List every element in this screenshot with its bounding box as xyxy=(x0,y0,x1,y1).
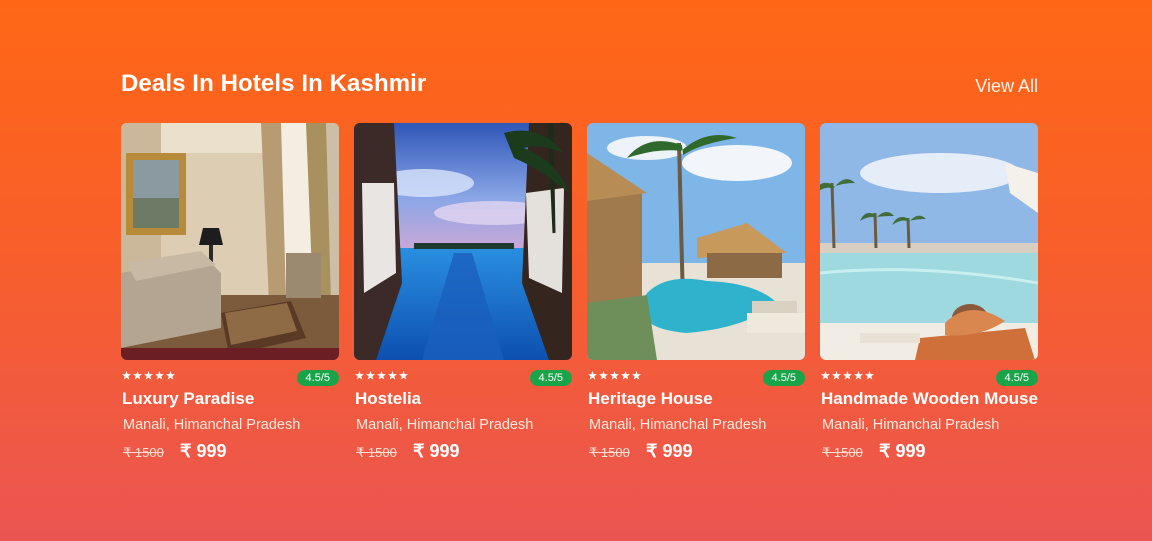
luxury-living-room-photo xyxy=(121,123,339,360)
star-icon xyxy=(388,371,397,380)
hotel-name[interactable]: Heritage House xyxy=(588,389,713,409)
deal-price: ₹ 999 xyxy=(879,441,926,461)
star-rating xyxy=(122,371,175,383)
star-icon xyxy=(166,371,175,380)
view-all-link[interactable]: View All xyxy=(975,76,1038,97)
deal-price: ₹ 999 xyxy=(646,441,693,461)
rating-badge: 4.5/5 xyxy=(762,370,805,386)
hotel-photo[interactable] xyxy=(820,123,1038,360)
hotel-deals-section: Deals In Hotels In Kashmir View All 4.5/… xyxy=(0,0,1152,541)
original-price: ₹ 1500 xyxy=(822,445,863,460)
hotel-location: Manali, Himanchal Pradesh xyxy=(356,417,534,433)
hotel-card-heritage-house[interactable]: 4.5/5 Heritage House Manali, Himanchal P… xyxy=(587,123,805,473)
rating-badge: 4.5/5 xyxy=(529,370,572,386)
rating-badge: 4.5/5 xyxy=(296,370,339,386)
star-icon xyxy=(399,371,408,380)
star-icon xyxy=(865,371,874,380)
star-icon xyxy=(821,371,830,380)
star-rating xyxy=(588,371,641,383)
star-icon xyxy=(854,371,863,380)
section-title: Deals In Hotels In Kashmir xyxy=(121,70,427,97)
star-icon xyxy=(832,371,841,380)
star-rating xyxy=(821,371,874,383)
star-icon xyxy=(588,371,597,380)
hotel-card-handmade-wooden-mouse[interactable]: 4.5/5 Handmade Wooden Mouse Manali, Hima… xyxy=(820,123,1038,473)
hotel-location: Manali, Himanchal Pradesh xyxy=(589,417,767,433)
star-icon xyxy=(144,371,153,380)
star-icon xyxy=(155,371,164,380)
hotel-location: Manali, Himanchal Pradesh xyxy=(822,417,1000,433)
hotel-name[interactable]: Luxury Paradise xyxy=(122,389,254,409)
hotel-name[interactable]: Handmade Wooden Mouse xyxy=(821,389,1038,409)
star-icon xyxy=(621,371,630,380)
star-icon xyxy=(377,371,386,380)
star-icon xyxy=(599,371,608,380)
original-price: ₹ 1500 xyxy=(589,445,630,460)
original-price: ₹ 1500 xyxy=(356,445,397,460)
hotel-card-list: 4.5/5 Luxury Paradise Manali, Himanchal … xyxy=(121,123,1051,483)
hotel-location: Manali, Himanchal Pradesh xyxy=(123,417,301,433)
star-icon xyxy=(366,371,375,380)
original-price: ₹ 1500 xyxy=(123,445,164,460)
star-icon xyxy=(632,371,641,380)
section-header: Deals In Hotels In Kashmir View All xyxy=(121,66,1038,106)
star-icon xyxy=(122,371,131,380)
rating-badge: 4.5/5 xyxy=(995,370,1038,386)
star-rating xyxy=(355,371,408,383)
hotel-name[interactable]: Hostelia xyxy=(355,389,421,409)
infinity-pool-cabanas-photo xyxy=(354,123,572,360)
hotel-photo[interactable] xyxy=(587,123,805,360)
poolside-lounger-photo xyxy=(820,123,1038,360)
tropical-pool-palms-photo xyxy=(587,123,805,360)
star-icon xyxy=(133,371,142,380)
hotel-card-hostelia[interactable]: 4.5/5 Hostelia Manali, Himanchal Pradesh… xyxy=(354,123,572,473)
hotel-card-luxury-paradise[interactable]: 4.5/5 Luxury Paradise Manali, Himanchal … xyxy=(121,123,339,473)
star-icon xyxy=(355,371,364,380)
star-icon xyxy=(843,371,852,380)
deal-price: ₹ 999 xyxy=(413,441,460,461)
star-icon xyxy=(610,371,619,380)
deal-price: ₹ 999 xyxy=(180,441,227,461)
hotel-photo[interactable] xyxy=(354,123,572,360)
hotel-photo[interactable] xyxy=(121,123,339,360)
